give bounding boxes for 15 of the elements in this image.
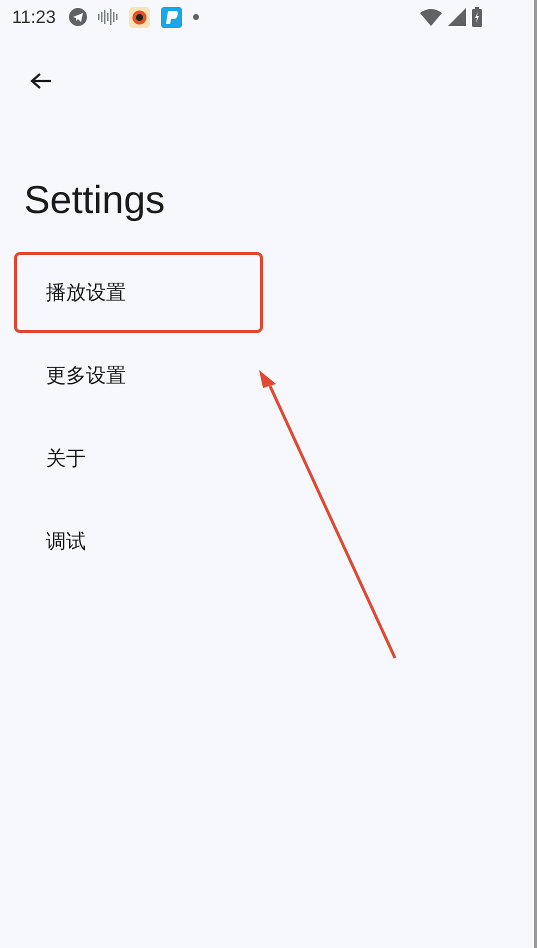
app-icon [160, 6, 182, 28]
wifi-icon [420, 8, 442, 26]
signal-icon [448, 8, 466, 26]
app-icon [128, 6, 150, 28]
back-arrow-icon [30, 72, 52, 90]
clock-time: 11:23 [12, 6, 56, 28]
page-title: Settings [24, 178, 166, 224]
settings-item[interactable]: 调试 [14, 501, 263, 582]
settings-item[interactable]: 更多设置 [14, 335, 263, 416]
settings-item[interactable]: 关于 [14, 418, 263, 499]
battery-icon [472, 7, 482, 27]
waveform-icon [98, 8, 118, 26]
dot-icon [192, 14, 199, 20]
paper-plane-icon [68, 8, 87, 26]
settings-item[interactable]: 播放设置 [14, 252, 263, 333]
